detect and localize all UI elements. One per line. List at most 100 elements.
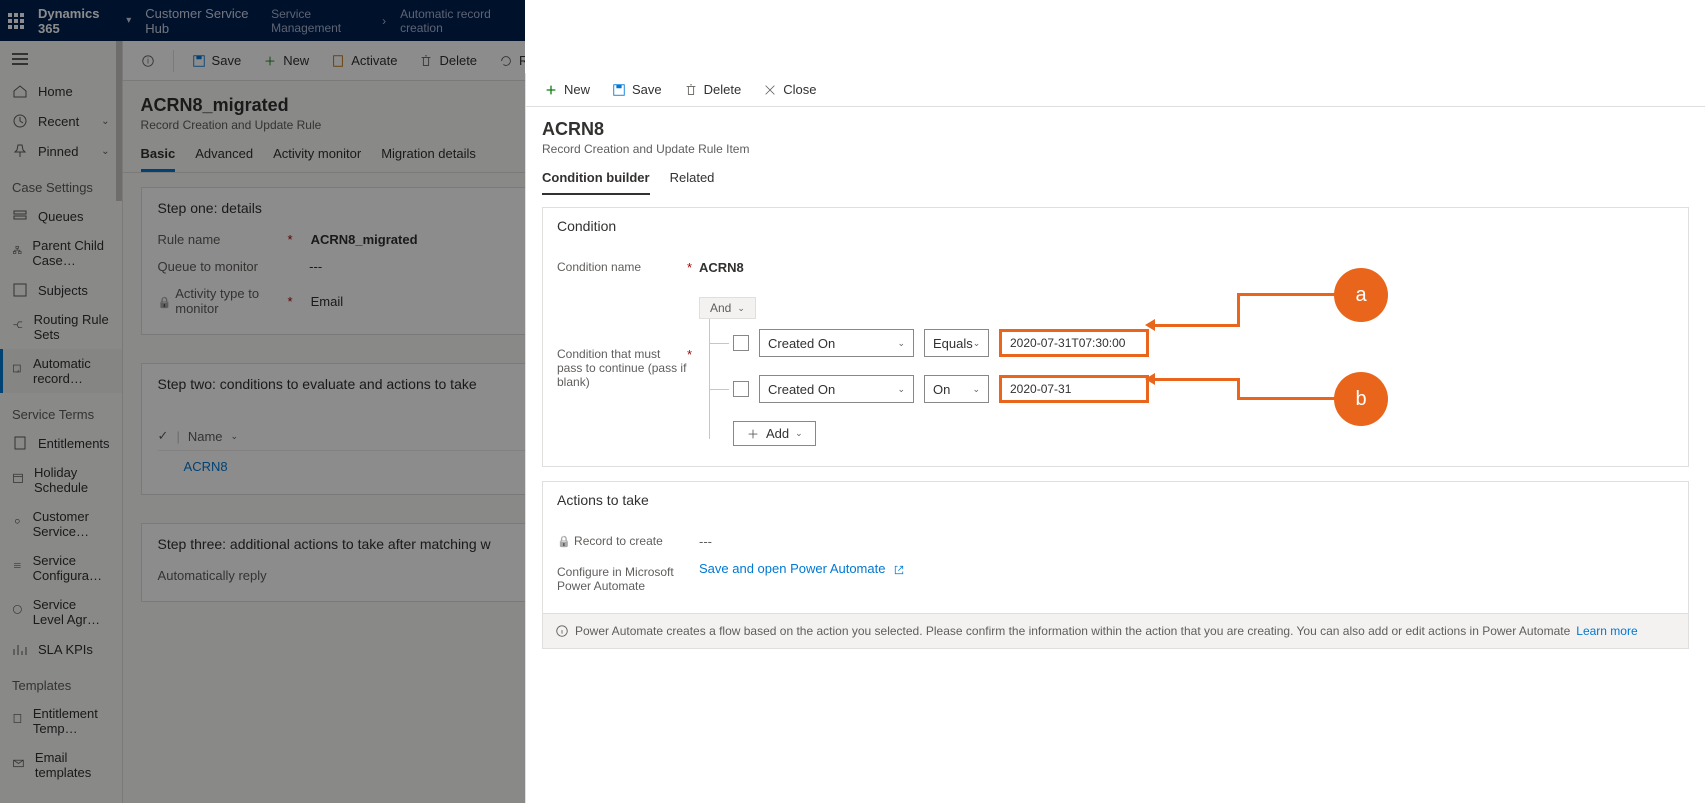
step-two-card: Step two: conditions to evaluate and act… [141,363,525,495]
nav-scrollbar[interactable] [116,41,122,201]
annotation-arrow-a [1145,319,1155,331]
queue-value[interactable]: --- [309,259,322,274]
nav-section-templates: Templates [0,664,122,699]
tab-migration[interactable]: Migration details [381,146,476,172]
nav-queues[interactable]: Queues [0,201,122,231]
panel-header: ACRN8 Record Creation and Update Rule It… [526,107,1705,160]
chevron-down-icon: ⌄ [795,428,803,439]
nav-recent-label: Recent [38,114,79,129]
nav-recent[interactable]: Recent ⌄ [0,106,122,136]
check-icon[interactable]: ✓ [158,428,169,444]
save-open-power-automate-link[interactable]: Save and open Power Automate [699,561,905,576]
rule-item-row[interactable]: ACRN8 [158,451,525,482]
nav-routing[interactable]: Routing Rule Sets [0,305,122,349]
value-input-datetime[interactable]: 2020-07-31T07:30:00 [999,329,1149,357]
trash-icon [684,83,698,97]
sla-icon [12,604,23,620]
tab-activity-monitor[interactable]: Activity monitor [273,146,361,172]
help-icon[interactable]: i [133,50,163,72]
condition-row-2: Created On⌄ On⌄ 2020-07-31 [699,375,1149,403]
app-launcher-icon[interactable] [8,13,24,29]
panel-new-button[interactable]: New [536,78,598,101]
delete-button[interactable]: Delete [411,49,485,72]
refresh-icon [499,54,513,68]
column-name[interactable]: Name [188,429,223,444]
operator-select[interactable]: Equals⌄ [924,329,989,357]
row-checkbox[interactable] [733,335,749,351]
nav-home[interactable]: Home [0,76,122,106]
refresh-button[interactable]: Refr [491,49,525,72]
operator-select[interactable]: On⌄ [924,375,989,403]
actions-section-title: Actions to take [543,482,1688,518]
activity-type-label: Activity type to monitor [158,286,288,316]
step-one-card: Step one: details Rule name * ACRN8_migr… [141,187,525,335]
nav-parent-child[interactable]: Parent Child Case… [0,231,122,275]
new-button[interactable]: New [255,49,317,72]
row-checkbox[interactable] [733,381,749,397]
chevron-down-icon[interactable]: ⌄ [231,431,239,442]
left-nav: Home Recent ⌄ Pinned ⌄ Case Settings Que… [0,41,123,803]
pin-icon [12,143,28,159]
learn-more-link[interactable]: Learn more [1576,624,1637,638]
panel-delete-button[interactable]: Delete [676,78,750,101]
chevron-down-icon: ⌄ [973,338,981,349]
nav-email-templates[interactable]: Email templates [0,743,122,787]
record-to-create-value[interactable]: --- [699,530,712,549]
field-select[interactable]: Created On⌄ [759,329,914,357]
chevron-down-icon[interactable]: ▾ [126,15,131,26]
nav-hamburger[interactable] [0,45,122,76]
configure-pa-label: Configure in Microsoft Power Automate [557,561,687,593]
auto-record-icon [12,363,23,379]
lock-icon [158,294,172,309]
open-external-icon [893,564,905,576]
nav-sla-kpi[interactable]: SLA KPIs [0,634,122,664]
nav-holiday[interactable]: Holiday Schedule [0,458,122,502]
condition-row-1: Created On⌄ Equals⌄ 2020-07-31T07:30:00 [699,329,1149,357]
field-select[interactable]: Created On⌄ [759,375,914,403]
hierarchy-icon [12,245,22,261]
nav-subjects[interactable]: Subjects [0,275,122,305]
trash-icon [419,54,433,68]
svg-text:i: i [147,56,149,65]
activate-button[interactable]: Activate [323,49,405,72]
auto-reply-label: Automatically reply [158,568,267,583]
nav-sla[interactable]: Service Level Agr… [0,590,122,634]
calendar-icon [12,472,24,488]
required-indicator: * [687,297,699,362]
tab-advanced[interactable]: Advanced [195,146,253,172]
add-condition-button[interactable]: Add ⌄ [733,421,816,446]
panel-save-button[interactable]: Save [604,78,670,101]
rule-name-label: Rule name [158,232,288,247]
save-icon [192,54,206,68]
home-icon [12,83,28,99]
condition-pass-label: Condition that must pass to continue (pa… [557,297,687,389]
hub-label[interactable]: Customer Service Hub [145,6,257,36]
step-three-title: Step three: additional actions to take a… [158,536,525,552]
brand-label[interactable]: Dynamics 365 [38,6,112,36]
tab-related[interactable]: Related [670,170,715,195]
activity-type-value[interactable]: Email [311,294,344,309]
value-input-date[interactable]: 2020-07-31 [999,375,1149,403]
nav-entitlement-templates[interactable]: Entitlement Temp… [0,699,122,743]
queue-icon [12,208,28,224]
nav-service-config[interactable]: Service Configura… [0,546,122,590]
tab-basic[interactable]: Basic [141,146,176,172]
group-operator-and[interactable]: And ⌄ [699,297,756,319]
nav-auto-record[interactable]: Automatic record… [0,349,122,393]
required-indicator: * [288,232,293,247]
panel-close-button[interactable]: Close [755,78,824,101]
tab-condition-builder[interactable]: Condition builder [542,170,650,195]
annotation-line-a-v [1237,293,1240,327]
condition-name-value[interactable]: ACRN8 [699,256,744,275]
save-button[interactable]: Save [184,49,250,72]
nav-customer-service[interactable]: Customer Service… [0,502,122,546]
nav-pinned[interactable]: Pinned ⌄ [0,136,122,166]
rule-name-value[interactable]: ACRN8_migrated [311,232,418,247]
chevron-down-icon: ⌄ [897,338,905,349]
step-three-card: Step three: additional actions to take a… [141,523,525,602]
annotation-line-b-h [1155,378,1240,381]
annotation-line-b-h2 [1237,397,1337,400]
breadcrumb-2[interactable]: Automatic record creation [400,7,517,35]
nav-entitlements[interactable]: Entitlements [0,428,122,458]
breadcrumb-1[interactable]: Service Management [271,7,368,35]
